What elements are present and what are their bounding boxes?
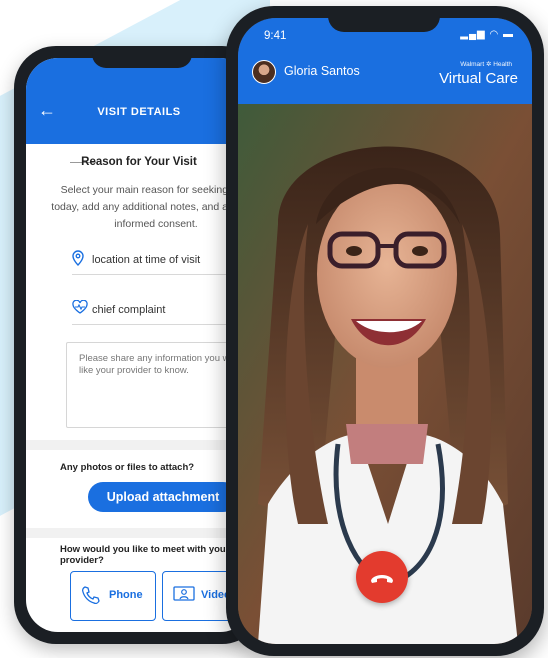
visit-details-header: ← VISIT DETAILS <box>26 58 252 144</box>
phone-notch <box>328 6 440 32</box>
location-field[interactable]: location at time of visit <box>72 248 252 275</box>
avatar <box>252 60 276 84</box>
upload-attachment-button[interactable]: Upload attachment <box>88 482 238 512</box>
divider-bar <box>26 440 252 450</box>
divider-bar <box>26 528 252 538</box>
phone-video-call: 9:41 ▂▄▆ ◠ ▬ Gloria Santos Walmart ✲ Hea… <box>226 6 544 656</box>
video-icon <box>173 585 195 608</box>
status-time: 9:41 <box>264 30 287 42</box>
meet-question: How would you like to meet with your pro… <box>60 544 230 566</box>
status-icons: ▂▄▆ ◠ ▬ <box>460 29 514 40</box>
caller-name: Gloria Santos <box>284 64 360 78</box>
attach-question: Any photos or files to attach? <box>60 462 195 473</box>
end-call-button[interactable] <box>356 551 408 603</box>
phone-notch <box>92 46 192 68</box>
option-label: Phone <box>109 589 143 601</box>
phone-option-button[interactable]: Phone <box>70 571 156 621</box>
section-description: Select your main reason for seeking care… <box>51 184 252 230</box>
brand-subtitle: Walmart ✲ Health <box>460 61 512 68</box>
brand-title: Virtual Care <box>439 70 518 87</box>
page-title: VISIT DETAILS <box>97 106 181 118</box>
location-pin-icon <box>72 250 84 270</box>
chief-complaint-field[interactable]: chief complaint <box>72 298 252 325</box>
location-label: location at time of visit <box>92 254 201 266</box>
video-call-screen: 9:41 ▂▄▆ ◠ ▬ Gloria Santos Walmart ✲ Hea… <box>238 18 532 644</box>
complaint-label: chief complaint <box>92 304 166 316</box>
heart-icon <box>72 299 88 318</box>
section-title: Reason for Your Visit <box>81 156 197 168</box>
end-call-icon <box>369 564 395 589</box>
notes-textarea[interactable]: Please share any information you would l… <box>66 342 252 428</box>
phone-icon <box>81 585 101 610</box>
visit-details-screen: ← VISIT DETAILS Reason for Your Visit Se… <box>26 58 252 632</box>
